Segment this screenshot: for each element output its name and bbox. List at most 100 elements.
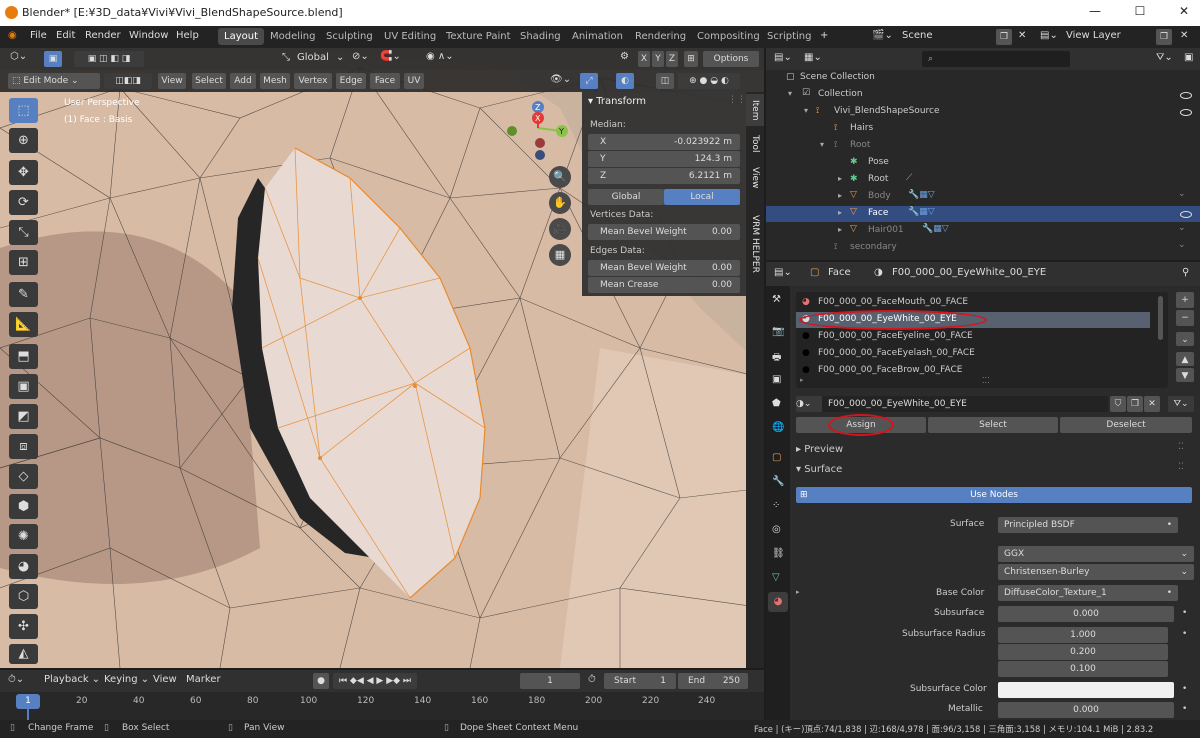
xray-icon[interactable]: ◫ [656, 73, 674, 89]
workspace-tab-layout[interactable]: Layout [218, 28, 264, 45]
select-mode-buttons-2[interactable]: ◫◧◨ [104, 73, 152, 89]
tool-spin-icon[interactable]: ✺ [9, 524, 38, 549]
chevron-down-icon[interactable]: ⌄ [1178, 189, 1186, 199]
global-toggle[interactable]: Global [588, 189, 664, 205]
preview-range-icon[interactable]: ⏱ [588, 674, 596, 685]
menu-file[interactable]: File [30, 30, 47, 41]
tool-rotate-icon[interactable]: ⟳ [9, 190, 38, 215]
workspace-tab-compositing[interactable]: Compositing [691, 28, 766, 45]
vertex-bevel-weight-field[interactable]: Mean Bevel Weight 0.00 [588, 224, 740, 240]
fake-user-shield-icon[interactable]: ⛉ [1110, 396, 1126, 412]
material-tab-icon[interactable]: ◕ [768, 592, 788, 612]
start-frame-field[interactable]: Start 1 [604, 673, 676, 689]
workspace-tab-animation[interactable]: Animation [566, 28, 629, 45]
tool-transform-icon[interactable]: ⊞ [9, 250, 38, 275]
outliner-search-input[interactable]: ⌕ [922, 51, 1070, 67]
view-layer-icon[interactable]: ▤⌄ [1040, 30, 1058, 41]
add-slot-button[interactable]: + [1176, 292, 1194, 308]
transform-orientation[interactable]: Global [297, 52, 329, 63]
tree-row-root-bone[interactable]: ▸ ✱ Root ⟋ [766, 172, 1200, 188]
list-resize-handle-icon[interactable]: ⁚⁚⁚ [982, 376, 990, 385]
material-slot-item[interactable]: ● F00_000_00_FaceBrow_00_FACE [796, 363, 1154, 379]
mirror-icon[interactable]: ⚙ [620, 51, 629, 62]
particles-tab-icon[interactable]: ⁘ [772, 500, 780, 511]
eye-icon[interactable] [1180, 109, 1192, 116]
view-layer-name[interactable]: View Layer [1066, 30, 1121, 41]
workspace-tab-modeling[interactable]: Modeling [264, 28, 322, 45]
scene-tab-icon[interactable]: ⬟ [772, 398, 781, 409]
menu-edit[interactable]: Edit [56, 30, 75, 41]
surface-section-toggle[interactable]: ▾ Surface [796, 464, 842, 475]
tool-inset-icon[interactable]: ▣ [9, 374, 38, 399]
delete-view-layer-icon[interactable]: ✕ [1180, 30, 1188, 41]
workspace-tab-sculpting[interactable]: Sculpting [320, 28, 379, 45]
current-frame-field[interactable]: 1 [520, 673, 580, 689]
local-toggle[interactable]: Local [664, 189, 740, 205]
browse-material-icon[interactable]: ◑⌄ [796, 396, 822, 412]
link-filter-icon[interactable]: ⛛⌄ [1168, 396, 1194, 412]
checkbox-icon[interactable]: ☑ [802, 88, 810, 98]
delete-scene-icon[interactable]: ✕ [1018, 30, 1026, 41]
physics-tab-icon[interactable]: ◎ [772, 524, 781, 535]
duplicate-material-icon[interactable]: ❐ [1127, 396, 1143, 412]
menu-face[interactable]: Face [370, 73, 400, 89]
dot-icon[interactable]: • [1182, 684, 1187, 694]
add-workspace-button[interactable]: + [820, 30, 828, 41]
overlay-toggle-icon[interactable]: ◐ [616, 73, 634, 89]
perspective-toggle-icon[interactable]: ▦ [549, 244, 571, 266]
modifier-tab-icon[interactable]: 🔧 [772, 476, 784, 487]
tool-annotate-icon[interactable]: ✎ [9, 282, 38, 307]
subsurface-radius-g[interactable]: 0.200 [998, 644, 1168, 660]
panel-drag-handle-icon[interactable]: ⁚⁚ [1178, 462, 1184, 472]
tool-bevel-icon[interactable]: ◩ [9, 404, 38, 429]
list-expand-icon[interactable]: ▸ [800, 376, 804, 384]
tree-row-secondary[interactable]: ⟟ secondary ⌄ [766, 240, 1200, 256]
scene-name[interactable]: Scene [902, 30, 933, 41]
expand-collection-icon[interactable]: ▾ [788, 89, 792, 98]
outliner-editor-icon[interactable]: ▤⌄ [774, 52, 792, 63]
tree-row-collection[interactable]: ▾ ☑ Collection [766, 87, 1200, 103]
new-scene-icon[interactable]: ❐ [996, 29, 1012, 45]
tree-row-face[interactable]: ▸ ▽ Face 🔧▦▽ [766, 206, 1200, 222]
tab-view[interactable]: View [746, 162, 764, 194]
tree-row-hairs[interactable]: ⟟ Hairs [766, 121, 1200, 137]
median-x-field[interactable]: X -0.023922 m [588, 134, 740, 150]
menu-uv[interactable]: UV [404, 73, 424, 89]
playback-controls[interactable]: ⏮ ◆◀ ◀ ▶ ▶◆ ⏭ [333, 673, 417, 689]
object-tab-icon[interactable]: ▢ [772, 452, 781, 463]
transform-panel-title[interactable]: ▾ Transform [588, 96, 646, 107]
dot-icon[interactable]: • [1182, 629, 1187, 639]
tool-shear-icon[interactable]: ◭ [9, 644, 38, 664]
subsurface-radius-b[interactable]: 0.100 [998, 661, 1168, 677]
tool-measure-icon[interactable]: 📐 [9, 312, 38, 337]
tool-extrude-icon[interactable]: ⬒ [9, 344, 38, 369]
tree-row-root[interactable]: ▾ ⟟ Root [766, 138, 1200, 154]
keying-menu[interactable]: Keying ⌄ [104, 674, 149, 685]
tool-shrink-icon[interactable]: ✣ [9, 614, 38, 639]
3d-viewport[interactable]: ⬡⌄ ▣ ▣ ◫ ◧ ◨ ⤡ Global ⌄ ⊘⌄ 🧲⌄ ◉ ∧⌄ ⚙ X Y… [0, 48, 764, 668]
tool-edge-slide-icon[interactable]: ⬡ [9, 584, 38, 609]
slot-menu-chevron-icon[interactable]: ⌄ [1176, 332, 1194, 346]
snap-target-icon[interactable]: 🧲⌄ [380, 51, 401, 62]
expand-armature-icon[interactable]: ▾ [804, 106, 808, 115]
playhead-line[interactable] [27, 709, 29, 720]
subsurface-radius-r[interactable]: 1.000 [998, 627, 1168, 643]
properties-editor-icon[interactable]: ▤⌄ [774, 267, 792, 278]
mean-crease-field[interactable]: Mean Crease 0.00 [588, 277, 740, 293]
proportional-edit-icon[interactable]: ◉ ∧⌄ [426, 51, 454, 62]
axis-z-toggle[interactable]: Z [666, 51, 678, 67]
display-mode-icon[interactable]: ▦⌄ [804, 52, 822, 63]
tree-row-armature[interactable]: ▾ ⟟ Vivi_BlendShapeSource [766, 104, 1200, 120]
pan-hand-icon[interactable]: ✋ [549, 192, 571, 214]
timeline-view-menu[interactable]: View [153, 674, 177, 685]
menu-render[interactable]: Render [85, 30, 121, 41]
playhead-frame-badge[interactable]: 1 [16, 694, 40, 709]
workspace-tab-scripting[interactable]: Scripting [761, 28, 817, 45]
menu-mesh[interactable]: Mesh [260, 73, 290, 89]
playback-menu[interactable]: Playback ⌄ [44, 674, 100, 685]
maximize-button[interactable]: ☐ [1132, 4, 1148, 18]
material-slot-item[interactable]: ◕ F00_000_00_FaceMouth_00_FACE [796, 295, 1154, 311]
chevron-down-icon[interactable]: ⌄ [1178, 223, 1186, 233]
tool-scale-icon[interactable]: ⤡ [9, 220, 38, 245]
subsurface-field[interactable]: 0.000 [998, 606, 1174, 622]
